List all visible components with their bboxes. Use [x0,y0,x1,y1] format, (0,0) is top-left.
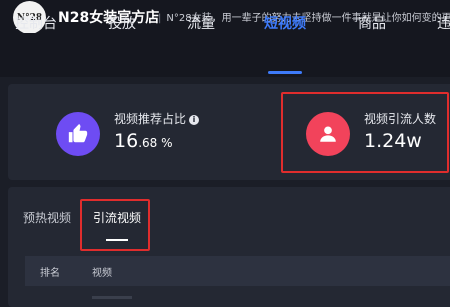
divider: | [158,13,162,24]
table-row [92,296,132,299]
main-nav [0,33,450,77]
stat-share-label: 视频推荐占比 i [114,110,200,127]
thumbs-up-icon [56,112,100,156]
highlight-box-tab [80,199,150,251]
column-rank[interactable]: 排名 [40,264,60,279]
nav-item-short-video[interactable]: 短视频 [264,13,306,33]
thumbs-up-glyph [68,123,88,143]
table-header [25,256,450,286]
nav-item-ads[interactable]: 投放 [108,13,136,33]
nav-item-violations[interactable]: 违 [437,13,450,33]
nav-item-console[interactable]: 控制台 [15,13,57,33]
nav-active-indicator [268,71,302,74]
column-video[interactable]: 视频 [92,264,112,279]
info-icon[interactable]: i [189,115,200,125]
highlight-box-traffic [281,92,449,173]
tab-preheat-videos[interactable]: 预热视频 [23,209,71,226]
video-panel [8,187,450,307]
stat-share-value: 16.68 % [114,130,173,152]
nav-item-products[interactable]: 商品 [358,13,386,33]
nav-item-traffic[interactable]: 流量 [187,13,215,33]
